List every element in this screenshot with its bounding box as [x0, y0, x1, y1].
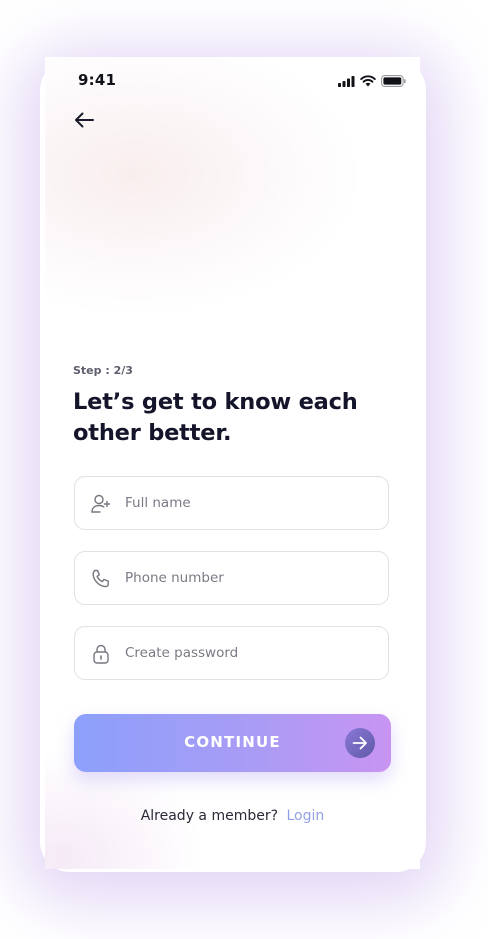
- battery-icon: [381, 72, 406, 91]
- password-field[interactable]: [74, 626, 389, 680]
- footer: Already a member? Login: [45, 808, 420, 824]
- page-title: Let’s get to know each other better.: [73, 389, 358, 446]
- phone-icon: [90, 568, 112, 590]
- lock-icon: [90, 643, 112, 665]
- continue-button[interactable]: CONTINUE: [74, 714, 391, 772]
- background-blob: [45, 57, 365, 317]
- arrow-left-icon: [74, 112, 94, 132]
- user-plus-icon: [90, 493, 112, 515]
- login-link[interactable]: Login: [287, 808, 325, 824]
- full-name-input[interactable]: [125, 477, 375, 529]
- status-time: 9:41: [78, 71, 117, 89]
- wifi-icon: [360, 72, 376, 91]
- phone-frame: 9:41 Step: 2/3 Let’s get to know each o…: [45, 57, 420, 869]
- back-button[interactable]: [71, 109, 97, 135]
- full-name-field[interactable]: [74, 476, 389, 530]
- cellular-signal-icon: [338, 72, 355, 91]
- screen: 9:41 Step: 2/3 Let’s get to know each o…: [0, 0, 488, 939]
- password-input[interactable]: [125, 627, 375, 679]
- already-member-text: Already a member?: [140, 808, 279, 824]
- phone-number-input[interactable]: [125, 552, 375, 604]
- phone-number-field[interactable]: [74, 551, 389, 605]
- arrow-right-icon: [345, 728, 375, 758]
- status-icons: [338, 72, 406, 91]
- step-indicator: Step : 2/3: [73, 364, 133, 377]
- continue-button-label: CONTINUE: [184, 733, 281, 751]
